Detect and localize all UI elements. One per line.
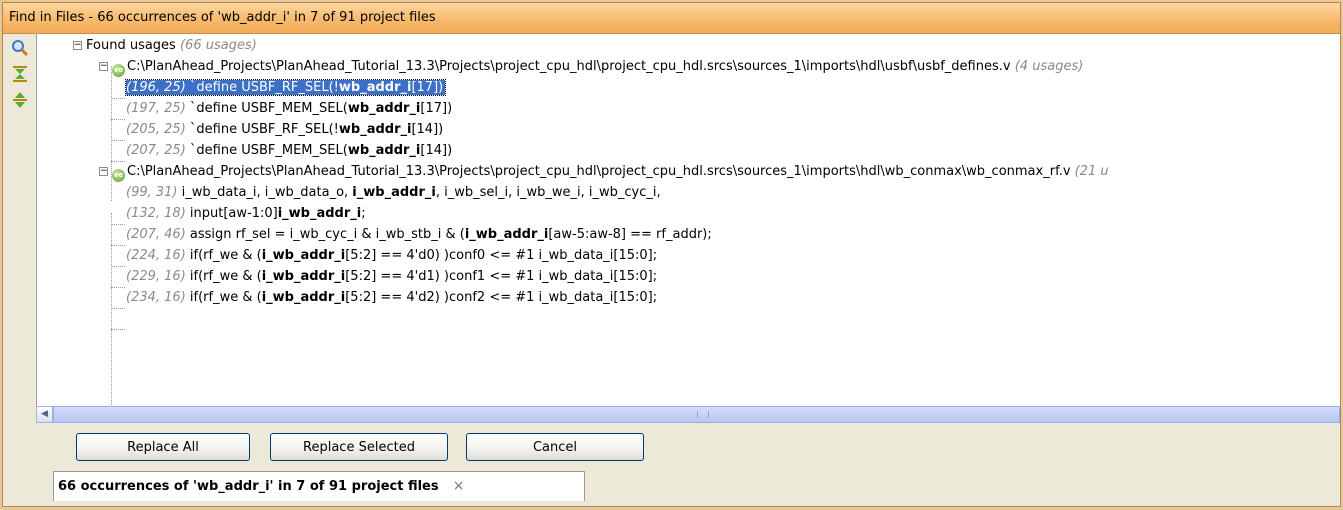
code-after: [14]) xyxy=(420,143,453,158)
code-before: `define USBF_RF_SEL(! xyxy=(189,122,339,137)
match-text: i_wb_addr_i xyxy=(261,290,346,305)
match-text: i_wb_addr_i xyxy=(277,206,362,221)
usage-item[interactable]: (205, 25) `define USBF_RF_SEL(!wb_addr_i… xyxy=(126,119,443,140)
file-usage-count: (21 u xyxy=(1074,164,1109,179)
match-text: i_wb_addr_i xyxy=(352,185,436,200)
usage-item[interactable]: (207, 25) `define USBF_MEM_SEL(wb_addr_i… xyxy=(126,140,452,161)
code-before: `define USBF_RF_SEL(! xyxy=(189,80,339,95)
panel-title: Find in Files - 66 occurrences of 'wb_ad… xyxy=(3,3,1340,34)
code-before: if(rf_we & ( xyxy=(189,248,262,263)
code-before: i_wb_data_i, i_wb_data_o, xyxy=(181,185,353,200)
line-column: (99, 31) xyxy=(126,185,178,200)
usage-item[interactable]: (207, 46) assign rf_sel = i_wb_cyc_i & i… xyxy=(126,224,712,245)
match-text: i_wb_addr_i xyxy=(261,269,346,284)
line-column: (234, 16) xyxy=(126,290,186,305)
scroll-thumb[interactable] xyxy=(53,406,1340,423)
code-before: if(rf_we & ( xyxy=(189,269,262,284)
cancel-button[interactable]: Cancel xyxy=(466,433,644,461)
code-before: assign rf_sel = i_wb_cyc_i & i_wb_stb_i … xyxy=(189,227,465,242)
code-after: [5:2] == 4'd0) )conf0 <= #1 i_wb_data_i[… xyxy=(345,248,658,263)
code-after: [14]) xyxy=(411,122,444,137)
code-after: [5:2] == 4'd1) )conf1 <= #1 i_wb_data_i[… xyxy=(345,269,658,284)
search-icon[interactable] xyxy=(11,39,29,57)
match-text: wb_addr_i xyxy=(338,80,412,95)
file-usage-count: (4 usages) xyxy=(1014,59,1084,74)
match-text: wb_addr_i xyxy=(347,101,421,116)
match-text: i_wb_addr_i xyxy=(464,227,549,242)
verilog-file-icon: ve xyxy=(112,64,125,77)
find-in-files-panel: Find in Files - 66 occurrences of 'wb_ad… xyxy=(2,2,1341,507)
scroll-left-icon[interactable]: ◀ xyxy=(36,406,53,423)
horizontal-scrollbar[interactable]: ◀ xyxy=(36,406,1340,423)
replace-all-button[interactable]: Replace All xyxy=(76,433,250,461)
usage-item[interactable]: (132, 18) input[aw-1:0]i_wb_addr_i; xyxy=(126,203,366,224)
code-before: `define USBF_MEM_SEL( xyxy=(189,101,348,116)
match-text: i_wb_addr_i xyxy=(261,248,346,263)
collapse-toggle-icon[interactable]: − xyxy=(99,62,108,71)
collapse-toggle-icon[interactable]: − xyxy=(99,167,108,176)
expand-all-icon[interactable] xyxy=(11,91,29,109)
file-node[interactable]: − ve C:\PlanAhead_Projects\PlanAhead_Tuto… xyxy=(99,56,1083,77)
selected-usage[interactable]: (196, 25) `define USBF_RF_SEL(!wb_addr_i… xyxy=(124,79,447,96)
line-column: (132, 18) xyxy=(126,206,186,221)
match-text: wb_addr_i xyxy=(338,122,412,137)
usage-item[interactable]: (197, 25) `define USBF_MEM_SEL(wb_addr_i… xyxy=(126,98,452,119)
close-icon[interactable]: × xyxy=(453,478,465,494)
usage-item[interactable]: (99, 31) i_wb_data_i, i_wb_data_o, i_wb_… xyxy=(126,182,661,203)
usage-item[interactable]: (224, 16) if(rf_we & (i_wb_addr_i[5:2] =… xyxy=(126,245,657,266)
line-column: (207, 46) xyxy=(126,227,186,242)
usages-tree[interactable]: − Found usages (66 usages) − ve C:\PlanAh… xyxy=(36,34,1340,407)
code-before: input[aw-1:0] xyxy=(189,206,278,221)
code-after: [5:2] == 4'd2) )conf2 <= #1 i_wb_data_i[… xyxy=(345,290,658,305)
results-tab[interactable]: 66 occurrences of 'wb_addr_i' in 7 of 91… xyxy=(53,471,585,501)
usage-item[interactable]: (234, 16) if(rf_we & (i_wb_addr_i[5:2] =… xyxy=(126,287,657,308)
verilog-file-icon: ve xyxy=(112,169,125,182)
usage-item[interactable]: (229, 16) if(rf_we & (i_wb_addr_i[5:2] =… xyxy=(126,266,657,287)
line-column: (196, 25) xyxy=(126,80,186,95)
code-before: `define USBF_MEM_SEL( xyxy=(189,143,348,158)
tree-root[interactable]: − Found usages (66 usages) xyxy=(73,35,257,56)
usage-item[interactable]: (196, 25) `define USBF_RF_SEL(!wb_addr_i… xyxy=(124,77,447,98)
code-after: , i_wb_sel_i, i_wb_we_i, i_wb_cyc_i, xyxy=(435,185,661,200)
line-column: (197, 25) xyxy=(126,101,186,116)
results-tab-label: 66 occurrences of 'wb_addr_i' in 7 of 91… xyxy=(58,479,439,494)
file-path: C:\PlanAhead_Projects\PlanAhead_Tutorial… xyxy=(127,59,1011,74)
root-label: Found usages xyxy=(86,38,176,53)
code-after: [17]) xyxy=(411,80,444,95)
code-before: if(rf_we & ( xyxy=(189,290,262,305)
collapse-all-icon[interactable] xyxy=(11,65,29,83)
file-path: C:\PlanAhead_Projects\PlanAhead_Tutorial… xyxy=(127,164,1071,179)
match-text: wb_addr_i xyxy=(347,143,421,158)
code-after: ; xyxy=(361,206,366,221)
collapse-toggle-icon[interactable]: − xyxy=(73,41,82,50)
line-column: (205, 25) xyxy=(126,122,186,137)
line-column: (224, 16) xyxy=(126,248,186,263)
line-column: (207, 25) xyxy=(126,143,186,158)
line-column: (229, 16) xyxy=(126,269,186,284)
grip-icon xyxy=(696,411,709,418)
code-after: [aw-5:aw-8] == rf_addr); xyxy=(548,227,712,242)
code-after: [17]) xyxy=(420,101,453,116)
side-toolbar xyxy=(3,34,35,406)
replace-selected-button[interactable]: Replace Selected xyxy=(270,433,448,461)
file-node[interactable]: − ve C:\PlanAhead_Projects\PlanAhead_Tuto… xyxy=(99,161,1109,182)
root-usage-count: (66 usages) xyxy=(179,38,257,53)
